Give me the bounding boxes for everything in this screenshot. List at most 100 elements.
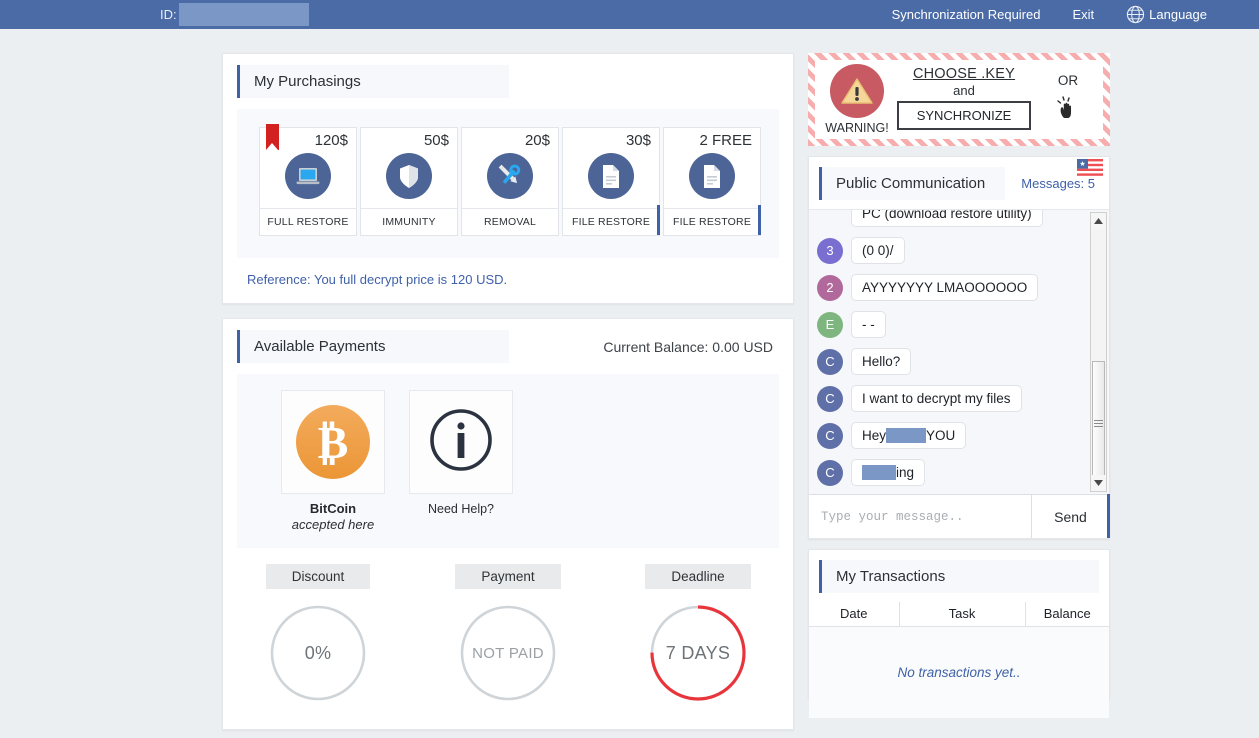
avatar: C [817, 348, 843, 375]
us-flag-icon[interactable]: ★ [1077, 159, 1103, 176]
need-help-option[interactable]: Need Help? [409, 390, 513, 516]
my-purchasings-panel: My Purchasings 120$ FULL RESTORE 50$ IMMUNI… [222, 53, 794, 304]
purchasings-header: My Purchasings [223, 54, 793, 109]
scroll-up-arrow[interactable] [1091, 213, 1106, 229]
available-payments-panel: Available Payments Current Balance: 0.00… [222, 318, 794, 730]
product-icon-wrap [260, 150, 356, 202]
warning-panel: WARNING! CHOOSE .KEY and SYNCHRONIZE OR [808, 53, 1110, 146]
transactions-header: My Transactions [809, 550, 1109, 602]
no-transactions-message: No transactions yet.. [809, 626, 1109, 718]
product-card-full-restore-0[interactable]: 120$ FULL RESTORE [259, 124, 357, 236]
product-label: FULL RESTORE [260, 208, 356, 235]
gauge-payment: Payment NOT PAID [418, 564, 598, 703]
gauge-title: Discount [265, 564, 371, 589]
product-side-marker [657, 205, 660, 235]
column-header-date: Date [809, 602, 900, 627]
synchronize-button[interactable]: SYNCHRONIZE [896, 100, 1032, 130]
chat-message-list[interactable]: PC (download restore utility) 3 (0 0)/ 2 AYY… [809, 209, 1109, 494]
or-label: OR [1057, 72, 1079, 88]
left-column: My Purchasings 120$ FULL RESTORE 50$ IMMUNI… [222, 53, 794, 730]
product-card-file-restore-3[interactable]: 30$ FILE RESTORE [562, 127, 660, 236]
gauge-circle: 0% [268, 603, 368, 703]
gauge-value: NOT PAID [472, 644, 544, 662]
purchasings-title: My Purchasings [237, 65, 509, 98]
avatar: 3 [817, 237, 843, 264]
bitcoin-tile[interactable]: ₿ [281, 390, 385, 494]
top-bar: ID: Synchronization Required Exit Langua… [0, 0, 1259, 29]
language-selector[interactable]: Language [1110, 5, 1223, 24]
product-icon-wrap [563, 150, 659, 202]
bitcoin-payment-option[interactable]: ₿ BitCoin accepted here [281, 390, 385, 532]
scrollbar-grip [1094, 418, 1103, 429]
chat-message: 2 AYYYYYYY LMAOOOOOO [817, 274, 1081, 301]
product-label: FILE RESTORE [563, 208, 659, 235]
right-column: WARNING! CHOOSE .KEY and SYNCHRONIZE OR [808, 53, 1110, 718]
payments-title: Available Payments [237, 330, 509, 363]
product-price: 2 FREE [699, 132, 752, 149]
bitcoin-icon: ₿ [296, 405, 370, 479]
chat-message-input[interactable] [809, 495, 1031, 538]
svg-text:★: ★ [1079, 160, 1085, 168]
gauge-title: Deadline [645, 564, 751, 589]
avatar: C [817, 422, 843, 449]
chat-message: C Hey YOU [817, 422, 1081, 449]
payments-header: Available Payments Current Balance: 0.00… [223, 319, 793, 374]
payment-methods: ₿ BitCoin accepted here Need Help? [237, 374, 779, 548]
avatar: C [817, 459, 843, 486]
scrollbar-thumb[interactable] [1092, 361, 1105, 486]
message-bubble: Hello? [851, 348, 912, 375]
file-icon [689, 153, 735, 199]
gauge-discount: Discount 0% [228, 564, 408, 703]
redacted-text [862, 465, 896, 480]
message-bubble: Hey YOU [851, 422, 967, 449]
product-icon-wrap [462, 150, 558, 202]
choose-key-link[interactable]: CHOOSE .KEY [891, 66, 1037, 82]
click-hand-icon [1037, 95, 1099, 127]
table-row: No transactions yet.. [809, 626, 1109, 718]
product-label: REMOVAL [462, 208, 558, 235]
info-icon [428, 407, 494, 478]
product-price: 50$ [423, 132, 449, 149]
product-price: 20$ [524, 132, 550, 149]
need-help-caption: Need Help? [427, 502, 494, 516]
column-header-balance: Balance [1025, 602, 1109, 627]
laptop-icon [285, 153, 331, 199]
product-card-removal-2[interactable]: 20$ REMOVAL [461, 127, 559, 236]
scroll-down-arrow[interactable] [1091, 475, 1106, 491]
chat-header: Public Communication Messages: 5 ★ [809, 157, 1109, 209]
gauge-deadline: Deadline 7 DAYS [608, 564, 788, 703]
my-transactions-panel: My Transactions Date Task Balance No trans… [808, 549, 1110, 718]
product-label: FILE RESTORE [664, 208, 760, 235]
id-label: ID: [160, 7, 177, 22]
column-header-task: Task [899, 602, 1026, 627]
avatar [817, 210, 843, 227]
warning-or-block: OR [1037, 73, 1103, 127]
message-bubble: ing [851, 459, 926, 486]
product-price: 30$ [625, 132, 651, 149]
top-bar-actions: Synchronization Required Exit Language [876, 5, 1223, 24]
chat-title: Public Communication [819, 167, 1005, 200]
id-value-redacted [178, 3, 309, 26]
chat-message: 3 (0 0)/ [817, 237, 1081, 264]
product-list: 120$ FULL RESTORE 50$ IMMUNITY 20$ REMOVAL 30$… [237, 109, 779, 258]
redacted-text [886, 428, 927, 443]
send-button[interactable]: Send [1031, 495, 1109, 538]
gauge-value: 7 DAYS [665, 642, 731, 663]
gauge-value: 0% [304, 642, 332, 663]
exit-link[interactable]: Exit [1056, 7, 1110, 22]
public-communication-panel: Public Communication Messages: 5 ★ PC (d… [808, 156, 1110, 539]
message-bubble: AYYYYYYY LMAOOOOOO [851, 274, 1039, 301]
chat-message: Cing [817, 459, 1081, 486]
gauge-circle: 7 DAYS [648, 603, 748, 703]
globe-icon [1126, 5, 1145, 24]
bitcoin-caption: BitCoin [309, 501, 357, 516]
and-label: and [953, 82, 975, 98]
chat-scrollbar[interactable] [1090, 212, 1107, 492]
chat-message: E- - [817, 311, 1081, 338]
transactions-table: Date Task Balance No transactions yet.. [809, 602, 1109, 718]
product-card-file-restore-4[interactable]: 2 FREE FILE RESTORE [663, 127, 761, 236]
table-header-row: Date Task Balance [809, 602, 1109, 627]
need-help-tile[interactable] [409, 390, 513, 494]
sync-status-link[interactable]: Synchronization Required [876, 7, 1057, 22]
product-card-immunity-1[interactable]: 50$ IMMUNITY [360, 127, 458, 236]
